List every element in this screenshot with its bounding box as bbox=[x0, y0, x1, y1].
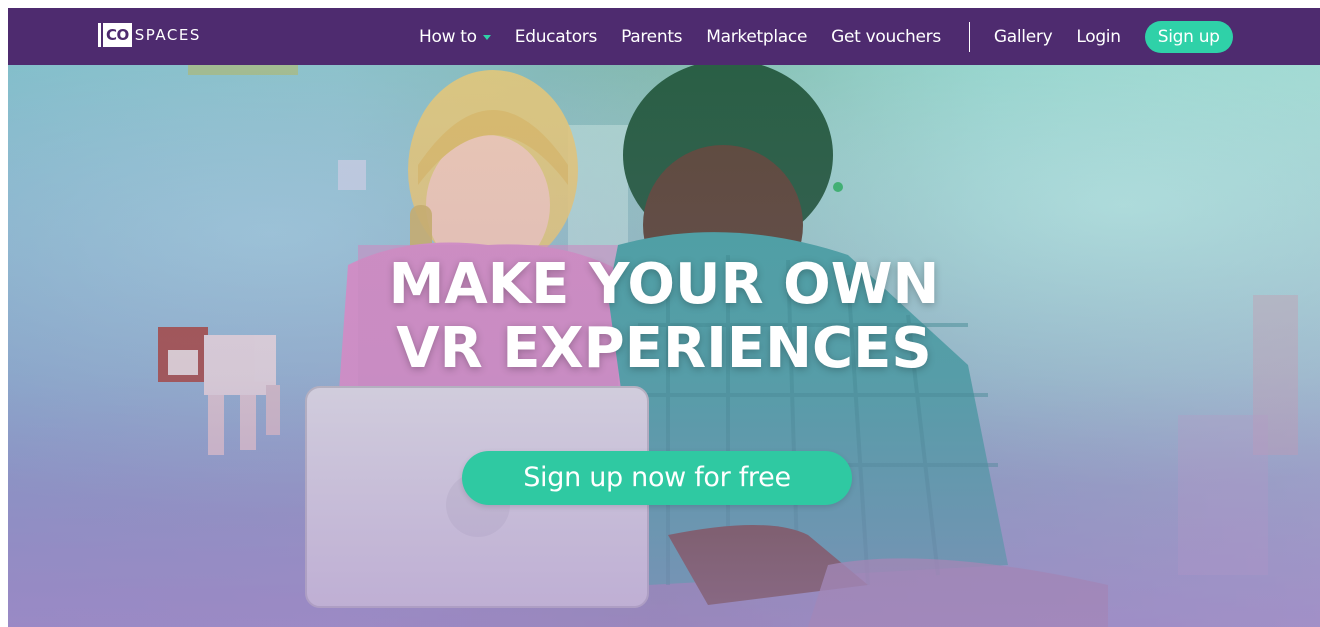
nav-signup-button[interactable]: Sign up bbox=[1144, 20, 1233, 53]
nav-divider bbox=[968, 21, 970, 52]
hero-headline-line2: VR EXPERIENCES bbox=[396, 316, 932, 381]
nav-get-vouchers[interactable]: Get vouchers bbox=[831, 27, 941, 47]
nav-login[interactable]: Login bbox=[1076, 27, 1121, 47]
nav-gallery[interactable]: Gallery bbox=[994, 27, 1053, 47]
caret-down-icon bbox=[482, 35, 491, 40]
hero-section: MAKE YOUR OWN VR EXPERIENCES Sign up now… bbox=[8, 65, 1320, 627]
main-nav: How to Educators Parents Marketplace Get… bbox=[419, 8, 1233, 65]
signup-free-button[interactable]: Sign up now for free bbox=[462, 451, 852, 505]
nav-how-to[interactable]: How to bbox=[419, 27, 491, 47]
nav-marketplace[interactable]: Marketplace bbox=[706, 27, 807, 47]
hero-headline: MAKE YOUR OWN VR EXPERIENCES bbox=[8, 253, 1320, 381]
logo-bar bbox=[98, 23, 101, 47]
logo-spaces-text: SPACES bbox=[134, 26, 201, 44]
hero-headline-line1: MAKE YOUR OWN bbox=[388, 252, 940, 317]
logo-co-text: CO bbox=[103, 23, 132, 47]
logo-mark: CO bbox=[98, 23, 132, 47]
page: CO SPACES How to Educators Parents Marke… bbox=[0, 0, 1320, 627]
nav-parents[interactable]: Parents bbox=[621, 27, 682, 47]
top-navbar: CO SPACES How to Educators Parents Marke… bbox=[8, 8, 1320, 65]
cospaces-logo[interactable]: CO SPACES bbox=[98, 22, 201, 48]
nav-how-to-label: How to bbox=[419, 26, 477, 47]
nav-educators[interactable]: Educators bbox=[515, 27, 598, 47]
